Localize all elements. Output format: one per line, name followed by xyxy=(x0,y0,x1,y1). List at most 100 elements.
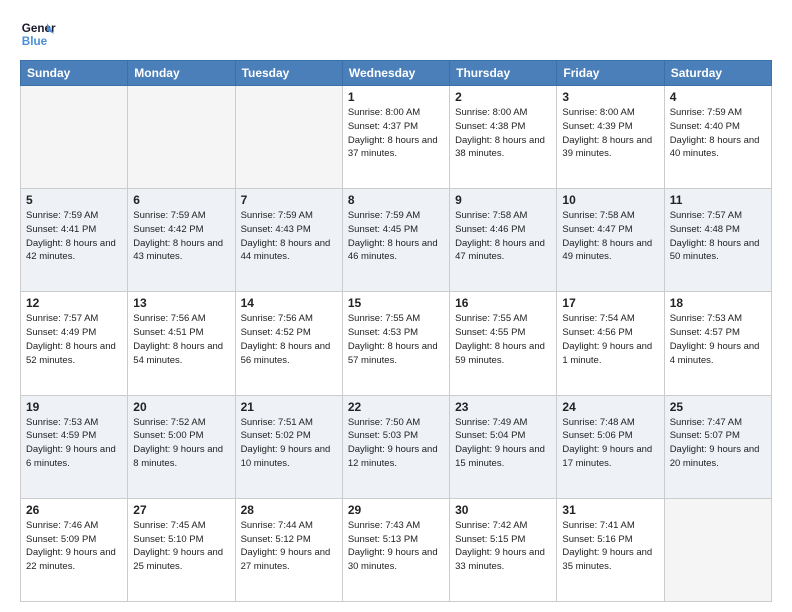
day-info: Sunrise: 7:47 AM Sunset: 5:07 PM Dayligh… xyxy=(670,416,766,471)
calendar-cell xyxy=(128,86,235,189)
day-number: 22 xyxy=(348,400,444,414)
calendar-cell: 6Sunrise: 7:59 AM Sunset: 4:42 PM Daylig… xyxy=(128,189,235,292)
calendar-cell: 24 Sunrise: 7:48 AM Sunset: 5:06 PM Dayli… xyxy=(557,395,664,498)
day-number: 31 xyxy=(562,503,658,517)
day-number: 24 xyxy=(562,400,658,414)
calendar-cell: 12 Sunrise: 7:57 AM Sunset: 4:49 PM Dayli… xyxy=(21,292,128,395)
calendar-cell: 1 Sunrise: 8:00 AM Sunset: 4:37 PM Daylig… xyxy=(342,86,449,189)
calendar-cell: 5 Sunrise: 7:59 AM Sunset: 4:41 PM Daylig… xyxy=(21,189,128,292)
calendar-cell: 25 Sunrise: 7:47 AM Sunset: 5:07 PM Dayli… xyxy=(664,395,771,498)
day-info: Sunrise: 7:57 AM Sunset: 4:49 PM Dayligh… xyxy=(26,312,122,367)
calendar-cell: 27 Sunrise: 7:45 AM Sunset: 5:10 PM Dayli… xyxy=(128,498,235,601)
day-number: 19 xyxy=(26,400,122,414)
calendar-cell: 13Sunrise: 7:56 AM Sunset: 4:51 PM Dayli… xyxy=(128,292,235,395)
calendar-cell: 21 Sunrise: 7:51 AM Sunset: 5:02 PM Dayli… xyxy=(235,395,342,498)
svg-text:Blue: Blue xyxy=(22,35,48,48)
calendar-cell: 2 Sunrise: 8:00 AM Sunset: 4:38 PM Daylig… xyxy=(450,86,557,189)
calendar-cell xyxy=(664,498,771,601)
calendar-table: SundayMondayTuesdayWednesdayThursdayFrid… xyxy=(20,60,772,602)
week-row-3: 19 Sunrise: 7:53 AM Sunset: 4:59 PM Dayli… xyxy=(21,395,772,498)
day-number: 15 xyxy=(348,296,444,310)
day-info: Sunrise: 7:59 AM Sunset: 4:45 PM Dayligh… xyxy=(348,209,444,264)
calendar-cell: 9 Sunrise: 7:58 AM Sunset: 4:46 PM Daylig… xyxy=(450,189,557,292)
day-info: Sunrise: 7:45 AM Sunset: 5:10 PM Dayligh… xyxy=(133,519,229,574)
page: General Blue SundayMondayTuesdayWednesda… xyxy=(0,0,792,612)
weekday-header-saturday: Saturday xyxy=(664,61,771,86)
day-number: 29 xyxy=(348,503,444,517)
day-info: Sunrise: 7:56 AM Sunset: 4:51 PM Dayligh… xyxy=(133,312,229,367)
calendar-cell: 7Sunrise: 7:59 AM Sunset: 4:43 PM Daylig… xyxy=(235,189,342,292)
calendar-cell: 8Sunrise: 7:59 AM Sunset: 4:45 PM Daylig… xyxy=(342,189,449,292)
calendar-cell: 23 Sunrise: 7:49 AM Sunset: 5:04 PM Dayli… xyxy=(450,395,557,498)
day-number: 16 xyxy=(455,296,551,310)
day-number: 9 xyxy=(455,193,551,207)
day-number: 5 xyxy=(26,193,122,207)
day-number: 27 xyxy=(133,503,229,517)
calendar-cell: 15 Sunrise: 7:55 AM Sunset: 4:53 PM Dayli… xyxy=(342,292,449,395)
day-info: Sunrise: 7:58 AM Sunset: 4:46 PM Dayligh… xyxy=(455,209,551,264)
weekday-header-monday: Monday xyxy=(128,61,235,86)
day-number: 2 xyxy=(455,90,551,104)
week-row-0: 1 Sunrise: 8:00 AM Sunset: 4:37 PM Daylig… xyxy=(21,86,772,189)
day-number: 21 xyxy=(241,400,337,414)
calendar-cell: 26Sunrise: 7:46 AM Sunset: 5:09 PM Dayli… xyxy=(21,498,128,601)
day-number: 28 xyxy=(241,503,337,517)
day-number: 12 xyxy=(26,296,122,310)
calendar-cell: 20 Sunrise: 7:52 AM Sunset: 5:00 PM Dayli… xyxy=(128,395,235,498)
day-info: Sunrise: 7:56 AM Sunset: 4:52 PM Dayligh… xyxy=(241,312,337,367)
day-info: Sunrise: 7:54 AM Sunset: 4:56 PM Dayligh… xyxy=(562,312,658,367)
week-row-4: 26Sunrise: 7:46 AM Sunset: 5:09 PM Dayli… xyxy=(21,498,772,601)
calendar-cell: 14 Sunrise: 7:56 AM Sunset: 4:52 PM Dayli… xyxy=(235,292,342,395)
day-info: Sunrise: 7:59 AM Sunset: 4:40 PM Dayligh… xyxy=(670,106,766,161)
day-number: 1 xyxy=(348,90,444,104)
day-info: Sunrise: 7:48 AM Sunset: 5:06 PM Dayligh… xyxy=(562,416,658,471)
calendar-cell: 31 Sunrise: 7:41 AM Sunset: 5:16 PM Dayli… xyxy=(557,498,664,601)
day-info: Sunrise: 7:49 AM Sunset: 5:04 PM Dayligh… xyxy=(455,416,551,471)
logo-icon: General Blue xyxy=(20,16,56,52)
weekday-header-tuesday: Tuesday xyxy=(235,61,342,86)
day-info: Sunrise: 7:52 AM Sunset: 5:00 PM Dayligh… xyxy=(133,416,229,471)
day-info: Sunrise: 7:59 AM Sunset: 4:42 PM Dayligh… xyxy=(133,209,229,264)
calendar-cell: 17 Sunrise: 7:54 AM Sunset: 4:56 PM Dayli… xyxy=(557,292,664,395)
day-number: 17 xyxy=(562,296,658,310)
logo: General Blue xyxy=(20,16,56,52)
day-info: Sunrise: 7:44 AM Sunset: 5:12 PM Dayligh… xyxy=(241,519,337,574)
day-number: 25 xyxy=(670,400,766,414)
day-number: 14 xyxy=(241,296,337,310)
calendar-cell: 28 Sunrise: 7:44 AM Sunset: 5:12 PM Dayli… xyxy=(235,498,342,601)
day-info: Sunrise: 7:43 AM Sunset: 5:13 PM Dayligh… xyxy=(348,519,444,574)
day-info: Sunrise: 7:53 AM Sunset: 4:57 PM Dayligh… xyxy=(670,312,766,367)
day-number: 23 xyxy=(455,400,551,414)
calendar-cell: 11 Sunrise: 7:57 AM Sunset: 4:48 PM Dayli… xyxy=(664,189,771,292)
day-number: 20 xyxy=(133,400,229,414)
day-info: Sunrise: 7:59 AM Sunset: 4:41 PM Dayligh… xyxy=(26,209,122,264)
weekday-header-wednesday: Wednesday xyxy=(342,61,449,86)
week-row-1: 5 Sunrise: 7:59 AM Sunset: 4:41 PM Daylig… xyxy=(21,189,772,292)
day-number: 10 xyxy=(562,193,658,207)
calendar-cell: 19 Sunrise: 7:53 AM Sunset: 4:59 PM Dayli… xyxy=(21,395,128,498)
day-info: Sunrise: 8:00 AM Sunset: 4:37 PM Dayligh… xyxy=(348,106,444,161)
week-row-2: 12 Sunrise: 7:57 AM Sunset: 4:49 PM Dayli… xyxy=(21,292,772,395)
day-info: Sunrise: 8:00 AM Sunset: 4:38 PM Dayligh… xyxy=(455,106,551,161)
day-info: Sunrise: 7:57 AM Sunset: 4:48 PM Dayligh… xyxy=(670,209,766,264)
day-number: 30 xyxy=(455,503,551,517)
calendar-cell: 22 Sunrise: 7:50 AM Sunset: 5:03 PM Dayli… xyxy=(342,395,449,498)
calendar-cell xyxy=(235,86,342,189)
day-number: 4 xyxy=(670,90,766,104)
calendar-cell xyxy=(21,86,128,189)
day-info: Sunrise: 7:51 AM Sunset: 5:02 PM Dayligh… xyxy=(241,416,337,471)
day-info: Sunrise: 7:55 AM Sunset: 4:53 PM Dayligh… xyxy=(348,312,444,367)
header: General Blue xyxy=(20,16,772,52)
day-number: 3 xyxy=(562,90,658,104)
day-info: Sunrise: 7:41 AM Sunset: 5:16 PM Dayligh… xyxy=(562,519,658,574)
weekday-header-sunday: Sunday xyxy=(21,61,128,86)
day-number: 11 xyxy=(670,193,766,207)
weekday-header-thursday: Thursday xyxy=(450,61,557,86)
calendar-cell: 30Sunrise: 7:42 AM Sunset: 5:15 PM Dayli… xyxy=(450,498,557,601)
day-info: Sunrise: 7:58 AM Sunset: 4:47 PM Dayligh… xyxy=(562,209,658,264)
day-number: 26 xyxy=(26,503,122,517)
calendar-cell: 29 Sunrise: 7:43 AM Sunset: 5:13 PM Dayli… xyxy=(342,498,449,601)
day-info: Sunrise: 7:50 AM Sunset: 5:03 PM Dayligh… xyxy=(348,416,444,471)
day-info: Sunrise: 7:53 AM Sunset: 4:59 PM Dayligh… xyxy=(26,416,122,471)
day-number: 18 xyxy=(670,296,766,310)
